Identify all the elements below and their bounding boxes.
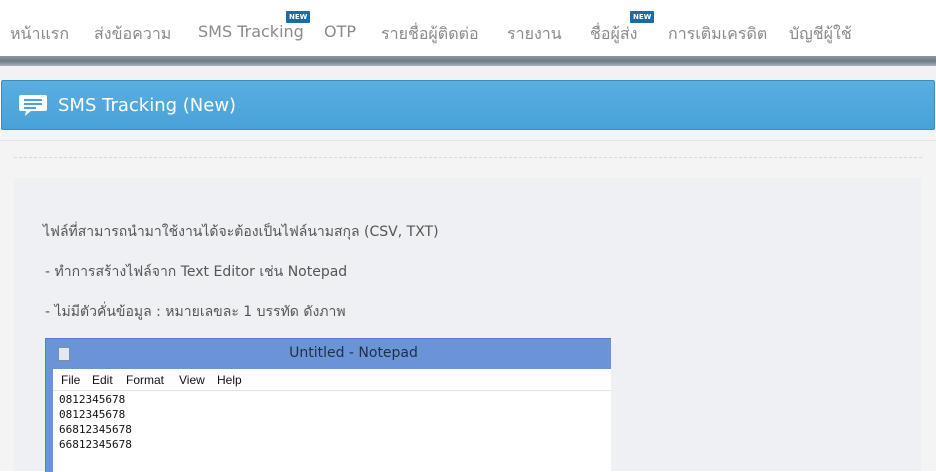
nav-item-credit-topup[interactable]: การเติมเครดิต [668, 22, 767, 47]
nav-divider [0, 56, 936, 66]
phone-number-line: 66812345678 [59, 438, 132, 451]
menu-format: Format [126, 373, 165, 387]
page-title: SMS Tracking (New) [58, 95, 237, 116]
top-navigation: หน้าแรก ส่งข้อความ SMS Tracking NEW OTP … [0, 0, 936, 56]
chat-bubble-icon [19, 95, 47, 116]
nav-item-account[interactable]: บัญชีผู้ใช้ [789, 22, 852, 47]
phone-number-line: 66812345678 [59, 423, 132, 436]
notepad-text-area: 0812345678 0812345678 66812345678 668123… [53, 391, 611, 472]
menu-edit: Edit [92, 373, 113, 387]
instruction-file-types: ไฟล์ที่สามารถนำมาใช้งานได้จะต้องเป็นไฟล์… [43, 224, 439, 240]
nav-item-otp[interactable]: OTP [324, 22, 356, 41]
nav-item-send-message[interactable]: ส่งข้อความ [94, 22, 171, 47]
divider [0, 140, 936, 141]
nav-item-contacts[interactable]: รายชื่อผู้ติดต่อ [381, 22, 479, 47]
nav-item-home[interactable]: หน้าแรก [10, 22, 69, 47]
phone-number-line: 0812345678 [59, 408, 126, 421]
notepad-example-image: Untitled - Notepad File Edit Format View… [45, 338, 611, 472]
menu-help: Help [217, 373, 242, 387]
nav-gap [0, 66, 936, 80]
dashed-divider [14, 157, 922, 158]
phone-number-line: 0812345678 [59, 393, 126, 406]
nav-item-sms-tracking[interactable]: SMS Tracking [198, 22, 304, 41]
notepad-menubar: File Edit Format View Help [53, 369, 611, 391]
nav-item-sender-name[interactable]: ชื่อผู้ส่ง [590, 22, 637, 47]
new-badge: NEW [630, 11, 655, 23]
page-header: SMS Tracking (New) [1, 80, 935, 130]
instruction-text-editor: - ทำการสร้างไฟล์จาก Text Editor เช่น Not… [45, 264, 348, 280]
nav-item-reports[interactable]: รายงาน [507, 22, 562, 47]
menu-file: File [61, 373, 81, 387]
new-badge: NEW [286, 11, 311, 23]
notepad-window-edge [46, 369, 53, 472]
menu-view: View [179, 373, 205, 387]
instruction-one-per-line: - ไม่มีตัวคั่นข้อมูล : หมายเลขละ 1 บรรทั… [45, 304, 346, 320]
notepad-title: Untitled - Notepad [289, 345, 418, 361]
notepad-titlebar: Untitled - Notepad [46, 339, 611, 369]
